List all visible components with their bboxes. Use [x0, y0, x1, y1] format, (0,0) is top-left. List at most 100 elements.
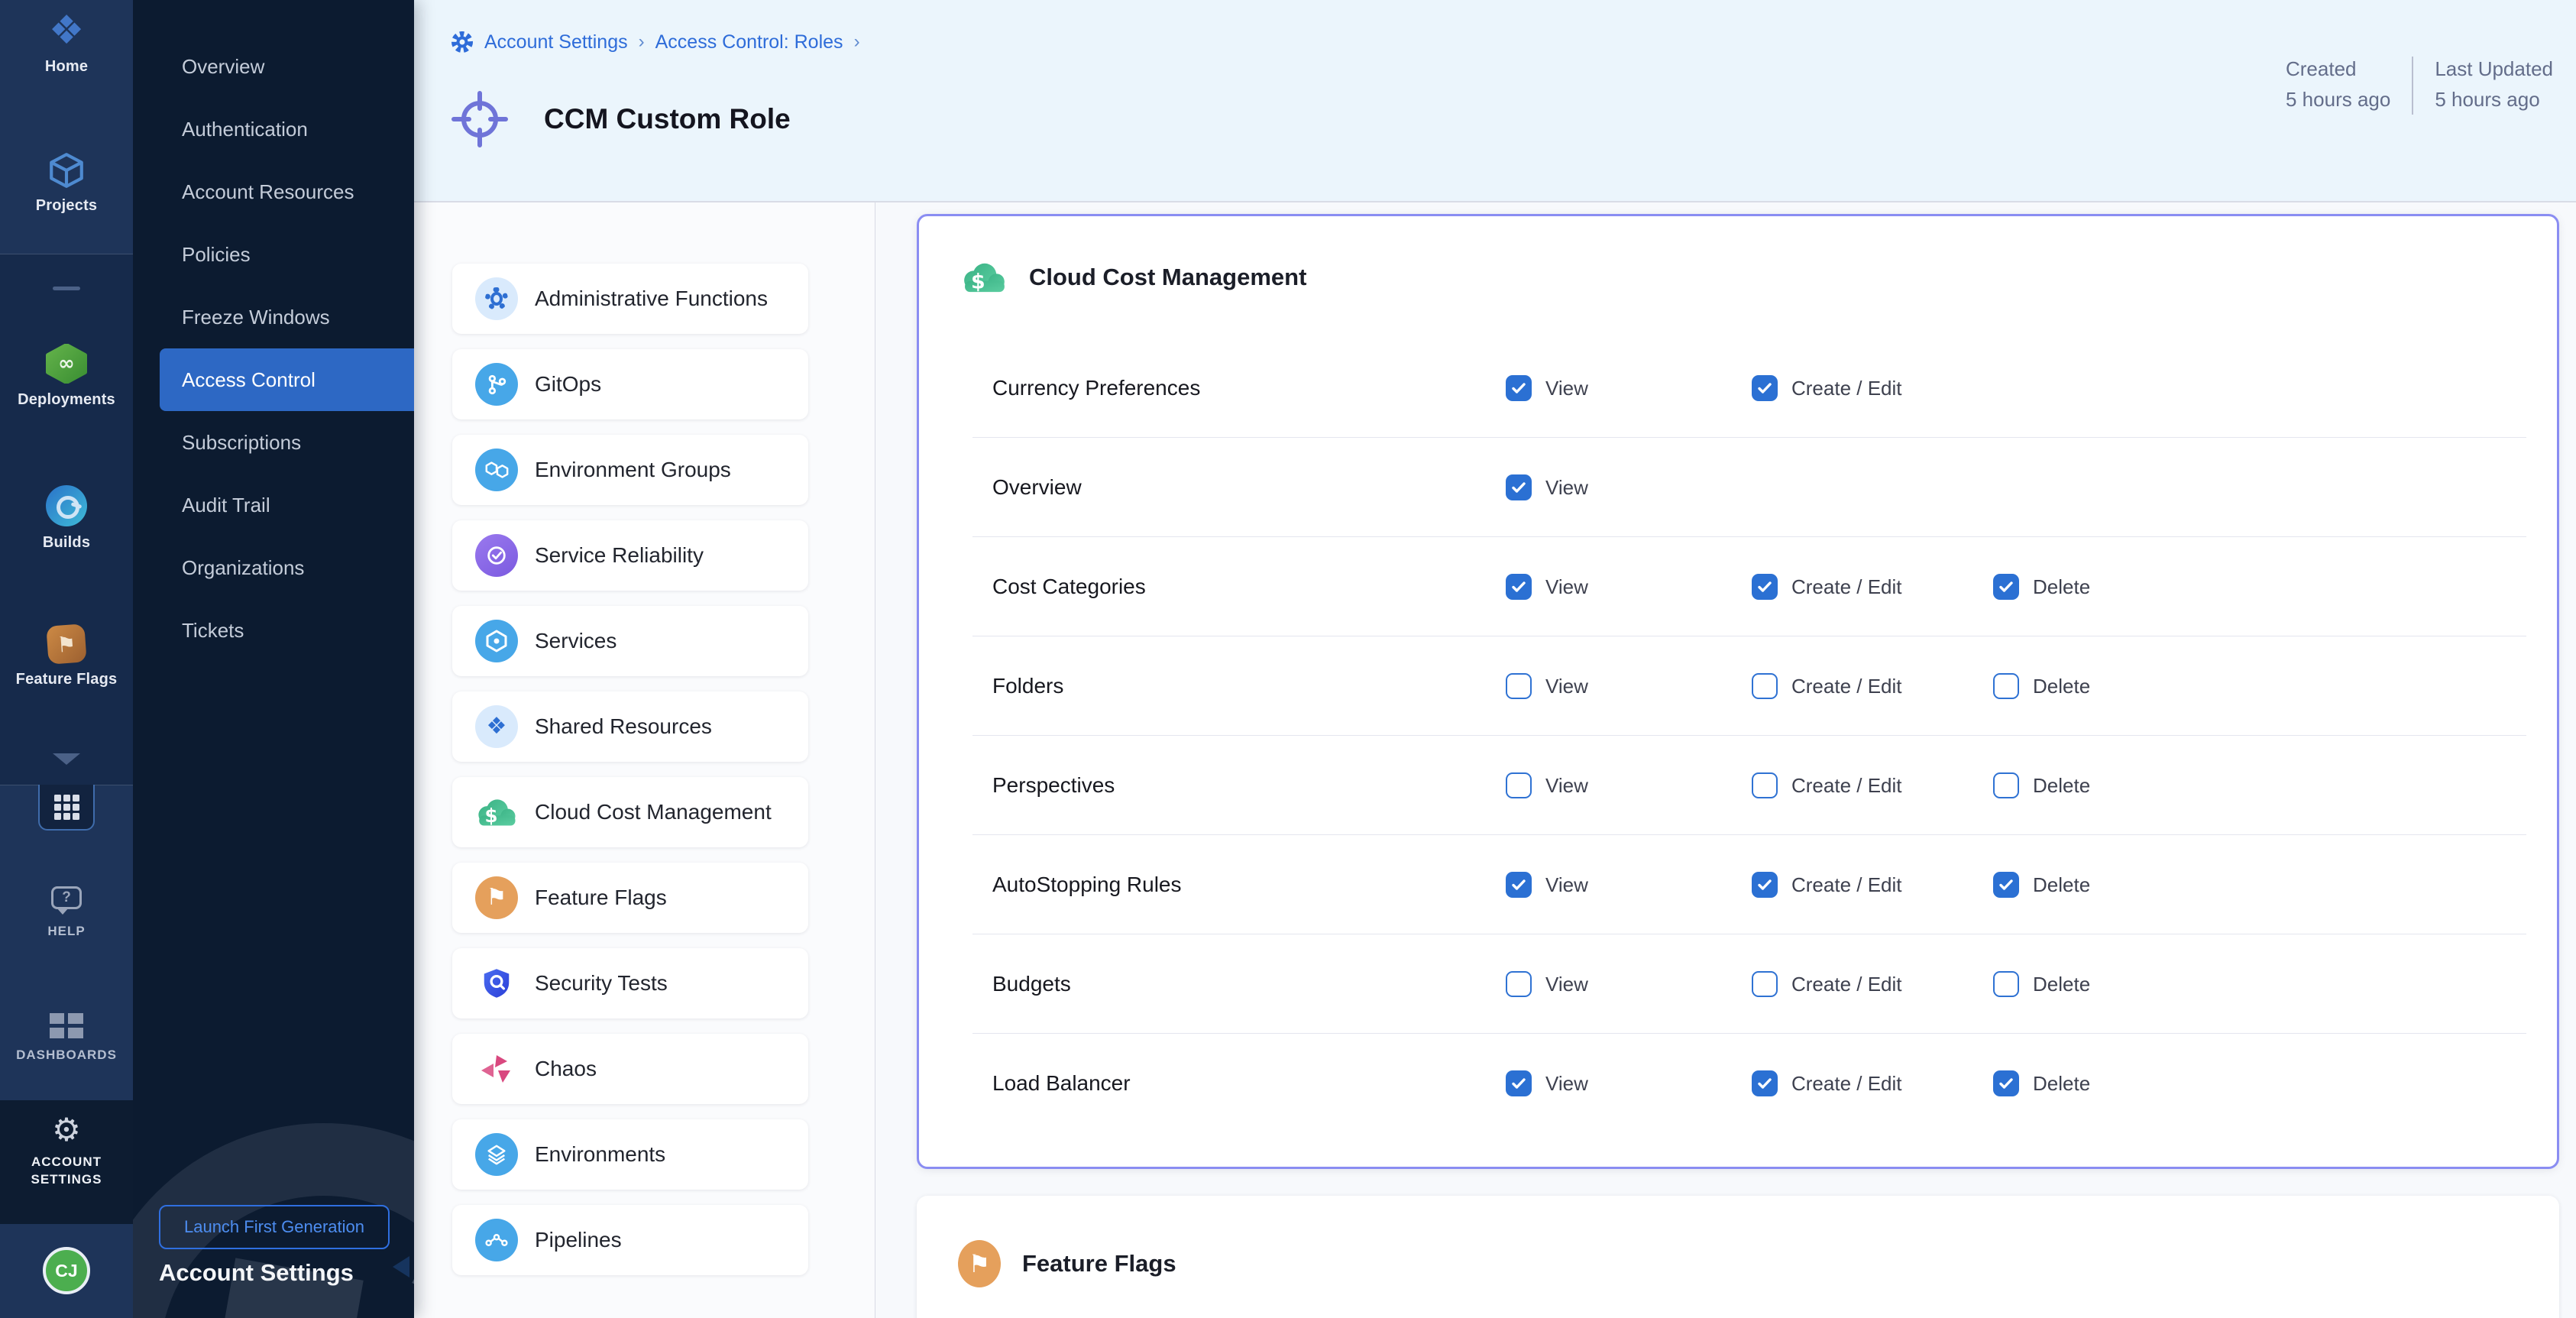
permission-row-budgets: Budgets View Create / Edit Delete — [919, 934, 2557, 1034]
subnav-item-authentication[interactable]: Authentication — [133, 98, 414, 160]
breadcrumb-gear-icon — [451, 31, 474, 53]
permission-row-autostopping-rules: AutoStopping Rules View Create / Edit De… — [919, 835, 2557, 934]
rail-item-label: Builds — [43, 534, 90, 552]
chaos-icon — [475, 1048, 518, 1090]
module-card-shared-resources[interactable]: ❖ Shared Resources — [452, 691, 808, 762]
create-edit-permission[interactable]: Create / Edit — [1752, 1034, 1902, 1133]
view-checkbox[interactable] — [1506, 474, 1532, 500]
create-edit-permission[interactable]: Create / Edit — [1752, 537, 1902, 636]
create-edit-checkbox[interactable] — [1752, 375, 1778, 401]
rail-item-feature-flags[interactable]: ⚑ Feature Flags — [0, 625, 133, 688]
subnav-item-subscriptions[interactable]: Subscriptions — [133, 411, 414, 474]
dashboards-label: DASHBOARDS — [16, 1047, 117, 1064]
module-card-environments[interactable]: Environments — [452, 1119, 808, 1190]
rail-item-home[interactable]: ❖ Home — [0, 11, 133, 76]
permission-name: AutoStopping Rules — [992, 835, 1182, 934]
account-settings-label: ACCOUNT SETTINGS — [31, 1154, 102, 1189]
delete-checkbox[interactable] — [1993, 1070, 2019, 1096]
launch-first-generation-button[interactable]: Launch First Generation — [159, 1205, 390, 1249]
create-edit-checkbox[interactable] — [1752, 872, 1778, 898]
view-permission[interactable]: View — [1506, 537, 1588, 636]
module-card-environment-groups[interactable]: Environment Groups — [452, 435, 808, 505]
subnav-item-account-resources[interactable]: Account Resources — [133, 160, 414, 223]
permission-row-perspectives: Perspectives View Create / Edit Delete — [919, 736, 2557, 835]
cloud-cost-management-section-icon: $ — [960, 260, 1008, 295]
page-header: Account Settings › Access Control: Roles… — [414, 0, 2576, 202]
shared-resources-icon: ❖ — [475, 705, 518, 748]
view-checkbox[interactable] — [1506, 673, 1532, 699]
view-checkbox[interactable] — [1506, 1070, 1532, 1096]
builds-icon — [46, 485, 87, 526]
subnav-item-organizations[interactable]: Organizations — [133, 536, 414, 599]
create-edit-permission[interactable]: Create / Edit — [1752, 636, 1902, 736]
breadcrumb-separator: › — [639, 31, 645, 53]
view-permission[interactable]: View — [1506, 934, 1588, 1034]
view-permission[interactable]: View — [1506, 736, 1588, 835]
view-permission[interactable]: View — [1506, 636, 1588, 736]
grid-icon — [54, 795, 79, 820]
subnav-item-overview[interactable]: Overview — [133, 35, 414, 98]
create-edit-checkbox[interactable] — [1752, 574, 1778, 600]
module-card-gitops[interactable]: GitOps — [452, 349, 808, 419]
delete-checkbox[interactable] — [1993, 673, 2019, 699]
create-edit-permission[interactable]: Create / Edit — [1752, 338, 1902, 438]
create-edit-checkbox[interactable] — [1752, 1070, 1778, 1096]
delete-permission[interactable]: Delete — [1993, 736, 2090, 835]
view-permission[interactable]: View — [1506, 835, 1588, 934]
delete-permission[interactable]: Delete — [1993, 835, 2090, 934]
view-checkbox[interactable] — [1506, 574, 1532, 600]
module-card-chaos[interactable]: Chaos — [452, 1034, 808, 1104]
create-edit-permission[interactable]: Create / Edit — [1752, 736, 1902, 835]
subnav-item-access-control[interactable]: Access Control — [160, 348, 414, 411]
delete-checkbox[interactable] — [1993, 772, 2019, 798]
subnav-item-tickets[interactable]: Tickets — [133, 599, 414, 662]
subnav-item-audit-trail[interactable]: Audit Trail — [133, 474, 414, 536]
svg-text:$: $ — [971, 270, 985, 293]
view-checkbox[interactable] — [1506, 971, 1532, 997]
view-checkbox[interactable] — [1506, 375, 1532, 401]
view-permission[interactable]: View — [1506, 1034, 1588, 1133]
module-picker-button[interactable] — [38, 785, 95, 831]
breadcrumb-link-account-settings[interactable]: Account Settings — [484, 31, 628, 53]
module-card-feature-flags[interactable]: ⚑ Feature Flags — [452, 863, 808, 933]
rail-item-dashboards[interactable]: DASHBOARDS — [0, 1013, 133, 1064]
avatar[interactable]: CJ — [43, 1247, 90, 1294]
feature-flags-icon: ⚑ — [46, 623, 86, 664]
rail-item-help[interactable]: ? HELP — [0, 886, 133, 941]
module-card-service-reliability[interactable]: Service Reliability — [452, 520, 808, 591]
services-icon — [475, 620, 518, 662]
view-checkbox[interactable] — [1506, 872, 1532, 898]
delete-permission[interactable]: Delete — [1993, 934, 2090, 1034]
module-card-administrative-functions[interactable]: Administrative Functions — [452, 264, 808, 334]
rail-item-avatar[interactable]: CJ — [0, 1247, 133, 1294]
rail-item-projects[interactable]: Projects — [0, 151, 133, 215]
create-edit-checkbox[interactable] — [1752, 971, 1778, 997]
permission-row-cost-categories: Cost Categories View Create / Edit Delet… — [919, 537, 2557, 636]
breadcrumb-link-access-control-roles[interactable]: Access Control: Roles — [655, 31, 843, 53]
rail-item-account-settings[interactable]: ⚙ ACCOUNT SETTINGS — [0, 1114, 133, 1189]
rail-item-builds[interactable]: Builds — [0, 485, 133, 552]
permission-name: Overview — [992, 438, 1082, 537]
delete-checkbox[interactable] — [1993, 872, 2019, 898]
view-checkbox[interactable] — [1506, 772, 1532, 798]
delete-permission[interactable]: Delete — [1993, 537, 2090, 636]
chevron-down-icon[interactable] — [53, 753, 80, 765]
create-edit-permission[interactable]: Create / Edit — [1752, 835, 1902, 934]
view-permission[interactable]: View — [1506, 438, 1588, 537]
module-card-pipelines[interactable]: Pipelines — [452, 1205, 808, 1275]
delete-permission[interactable]: Delete — [1993, 1034, 2090, 1133]
module-card-security-tests[interactable]: Security Tests — [452, 948, 808, 1018]
subnav-item-freeze-windows[interactable]: Freeze Windows — [133, 286, 414, 348]
create-edit-checkbox[interactable] — [1752, 673, 1778, 699]
collapse-panel-arrow-icon[interactable] — [393, 1256, 409, 1278]
create-edit-permission[interactable]: Create / Edit — [1752, 934, 1902, 1034]
delete-checkbox[interactable] — [1993, 971, 2019, 997]
module-card-services[interactable]: Services — [452, 606, 808, 676]
subnav-item-policies[interactable]: Policies — [133, 223, 414, 286]
rail-item-deployments[interactable]: ∞ Deployments — [0, 344, 133, 409]
module-card-cloud-cost-management[interactable]: $ Cloud Cost Management — [452, 777, 808, 847]
create-edit-checkbox[interactable] — [1752, 772, 1778, 798]
delete-permission[interactable]: Delete — [1993, 636, 2090, 736]
view-permission[interactable]: View — [1506, 338, 1588, 438]
delete-checkbox[interactable] — [1993, 574, 2019, 600]
